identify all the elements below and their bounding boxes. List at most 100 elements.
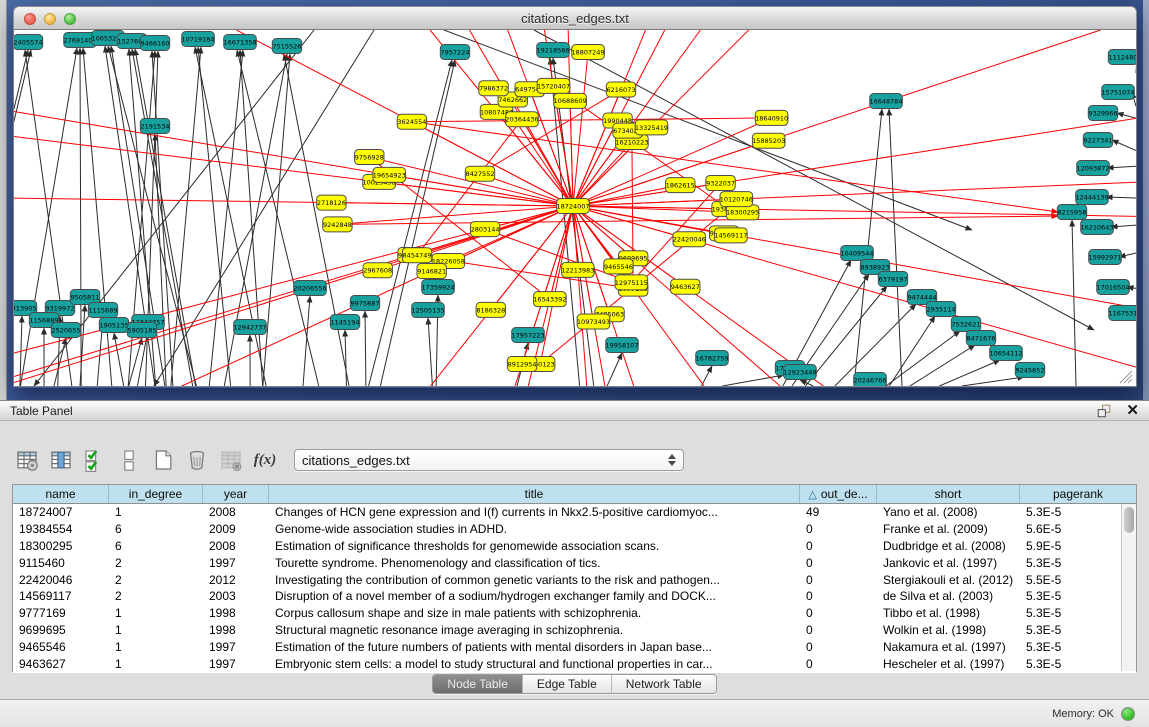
graph-node[interactable]: 20206556: [293, 281, 326, 296]
table-row[interactable]: 946362711997Embryonic stem cells: a mode…: [13, 656, 1136, 673]
graph-node[interactable]: 8427552: [465, 166, 494, 181]
graph-edge[interactable]: [417, 119, 522, 255]
column-header-in_degree[interactable]: in_degree: [109, 485, 203, 503]
graph-edge[interactable]: [412, 118, 772, 122]
tab-node-table[interactable]: Node Table: [433, 675, 522, 693]
graph-node[interactable]: 9322037: [706, 176, 735, 191]
graph-node[interactable]: 5905185: [127, 323, 156, 338]
graph-node[interactable]: 19218586: [536, 43, 569, 58]
graph-edge[interactable]: [365, 311, 366, 386]
network-graph[interactable]: 2405574276914061065328715276029466160107…: [14, 30, 1136, 386]
table-scrollbar[interactable]: [1121, 504, 1136, 671]
graph-node[interactable]: 20364436: [505, 112, 538, 127]
graph-edge[interactable]: [805, 286, 887, 386]
graph-node[interactable]: 16409544: [840, 246, 873, 261]
zoom-window-button[interactable]: [64, 13, 76, 25]
graph-node[interactable]: 9227341: [1083, 133, 1112, 148]
graph-node[interactable]: 7957224: [440, 45, 469, 60]
graph-node[interactable]: 12975115: [615, 275, 648, 290]
table-row[interactable]: 1938455462009Genome-wide association stu…: [13, 521, 1136, 538]
graph-node[interactable]: 12923448: [783, 365, 816, 380]
graph-edge[interactable]: [303, 296, 310, 386]
column-header-short[interactable]: short: [877, 485, 1020, 503]
close-window-button[interactable]: [24, 13, 36, 25]
scrollbar-thumb[interactable]: [1124, 507, 1134, 533]
graph-node[interactable]: 13325419: [635, 120, 668, 135]
graph-edge[interactable]: [155, 134, 166, 386]
graph-edge[interactable]: [573, 206, 578, 270]
graph-node[interactable]: 16782759: [695, 351, 728, 366]
graph-edge[interactable]: [962, 377, 1024, 386]
function-builder-icon[interactable]: f(x): [252, 447, 278, 473]
graph-edge[interactable]: [1072, 220, 1076, 386]
graph-node[interactable]: 12444139: [1075, 190, 1108, 205]
graph-node[interactable]: 8454749: [402, 248, 431, 263]
graph-node[interactable]: 8471676: [966, 331, 995, 346]
graph-node[interactable]: 9465546: [604, 259, 633, 274]
graph-node[interactable]: 9466160: [140, 36, 169, 51]
graph-node[interactable]: 18807249: [571, 45, 604, 60]
graph-node[interactable]: 9463627: [671, 279, 700, 294]
column-header-pagerank[interactable]: pagerank: [1020, 485, 1136, 503]
network-canvas[interactable]: 2405574276914061065328715276029466160107…: [13, 30, 1137, 387]
graph-edge[interactable]: [1107, 166, 1136, 168]
graph-node[interactable]: 12505135: [411, 303, 444, 318]
graph-edge[interactable]: [889, 109, 902, 386]
graph-node[interactable]: 12093872: [1076, 161, 1109, 176]
minimize-window-button[interactable]: [44, 13, 56, 25]
graph-edge[interactable]: [345, 330, 346, 386]
graph-node[interactable]: 8912954: [507, 357, 536, 372]
graph-node[interactable]: 1905135: [99, 318, 128, 333]
float-panel-icon[interactable]: [1096, 403, 1112, 419]
graph-node[interactable]: 11675312: [1108, 306, 1136, 321]
graph-node[interactable]: 2405574: [14, 35, 43, 50]
graph-node[interactable]: 12213983: [561, 262, 594, 277]
graph-edge[interactable]: [379, 182, 573, 206]
resize-grip[interactable]: [1118, 370, 1134, 384]
graph-edge[interactable]: [1112, 140, 1136, 151]
graph-node[interactable]: 17016504: [1096, 280, 1129, 295]
graph-node[interactable]: 7515526: [272, 39, 301, 54]
graph-node[interactable]: 20246766: [853, 373, 886, 387]
graph-node[interactable]: 8186328: [476, 302, 505, 317]
graph-edge[interactable]: [540, 206, 573, 364]
table-row[interactable]: 1456911722003Disruption of a novel membe…: [13, 588, 1136, 605]
graph-node[interactable]: 1115689: [88, 303, 117, 318]
graph-node[interactable]: 16543392: [533, 292, 566, 307]
graph-node[interactable]: 7532621: [951, 317, 980, 332]
graph-node[interactable]: 7986372: [479, 81, 508, 96]
graph-node[interactable]: 19958107: [605, 338, 638, 353]
graph-node[interactable]: 9245852: [1015, 363, 1044, 378]
delete-rows-icon[interactable]: [184, 447, 210, 473]
graph-edge[interactable]: [1111, 225, 1136, 227]
graph-node[interactable]: 1145194: [330, 315, 359, 330]
graph-node[interactable]: 2935114: [926, 302, 955, 317]
graph-node[interactable]: 9242848: [323, 217, 352, 232]
graph-node[interactable]: 9756928: [355, 150, 384, 165]
column-header-name[interactable]: name: [13, 485, 109, 503]
table-row[interactable]: 911546021997Tourette syndrome. Phenomeno…: [13, 555, 1136, 572]
select-all-icon[interactable]: [82, 447, 108, 473]
graph-node[interactable]: 19654923: [373, 167, 406, 182]
graph-edge[interactable]: [331, 203, 573, 206]
graph-node[interactable]: 6379197: [878, 272, 907, 287]
graph-node[interactable]: 22420046: [673, 232, 706, 247]
new-table-icon[interactable]: [150, 447, 176, 473]
graph-edge[interactable]: [910, 345, 975, 386]
graph-node[interactable]: 10688609: [554, 93, 587, 108]
table-row[interactable]: 1830029562008Estimation of significance …: [13, 538, 1136, 555]
graph-node[interactable]: 1112480: [1108, 50, 1136, 65]
graph-node[interactable]: 17359924: [421, 280, 454, 295]
graph-node[interactable]: 3624554: [397, 114, 426, 129]
graph-node[interactable]: 12942737: [233, 320, 266, 335]
graph-node[interactable]: 18724007: [556, 199, 589, 214]
graph-edge[interactable]: [573, 206, 689, 239]
graph-edge[interactable]: [240, 50, 263, 386]
graph-node[interactable]: 10973493: [577, 314, 610, 329]
graph-node[interactable]: 16648784: [869, 94, 902, 109]
graph-node[interactable]: 16210643: [1080, 220, 1113, 235]
close-panel-icon[interactable]: ✕: [1126, 404, 1139, 418]
graph-node[interactable]: 17957223: [511, 328, 544, 343]
column-header-year[interactable]: year: [203, 485, 269, 503]
memory-indicator[interactable]: [1121, 707, 1135, 721]
